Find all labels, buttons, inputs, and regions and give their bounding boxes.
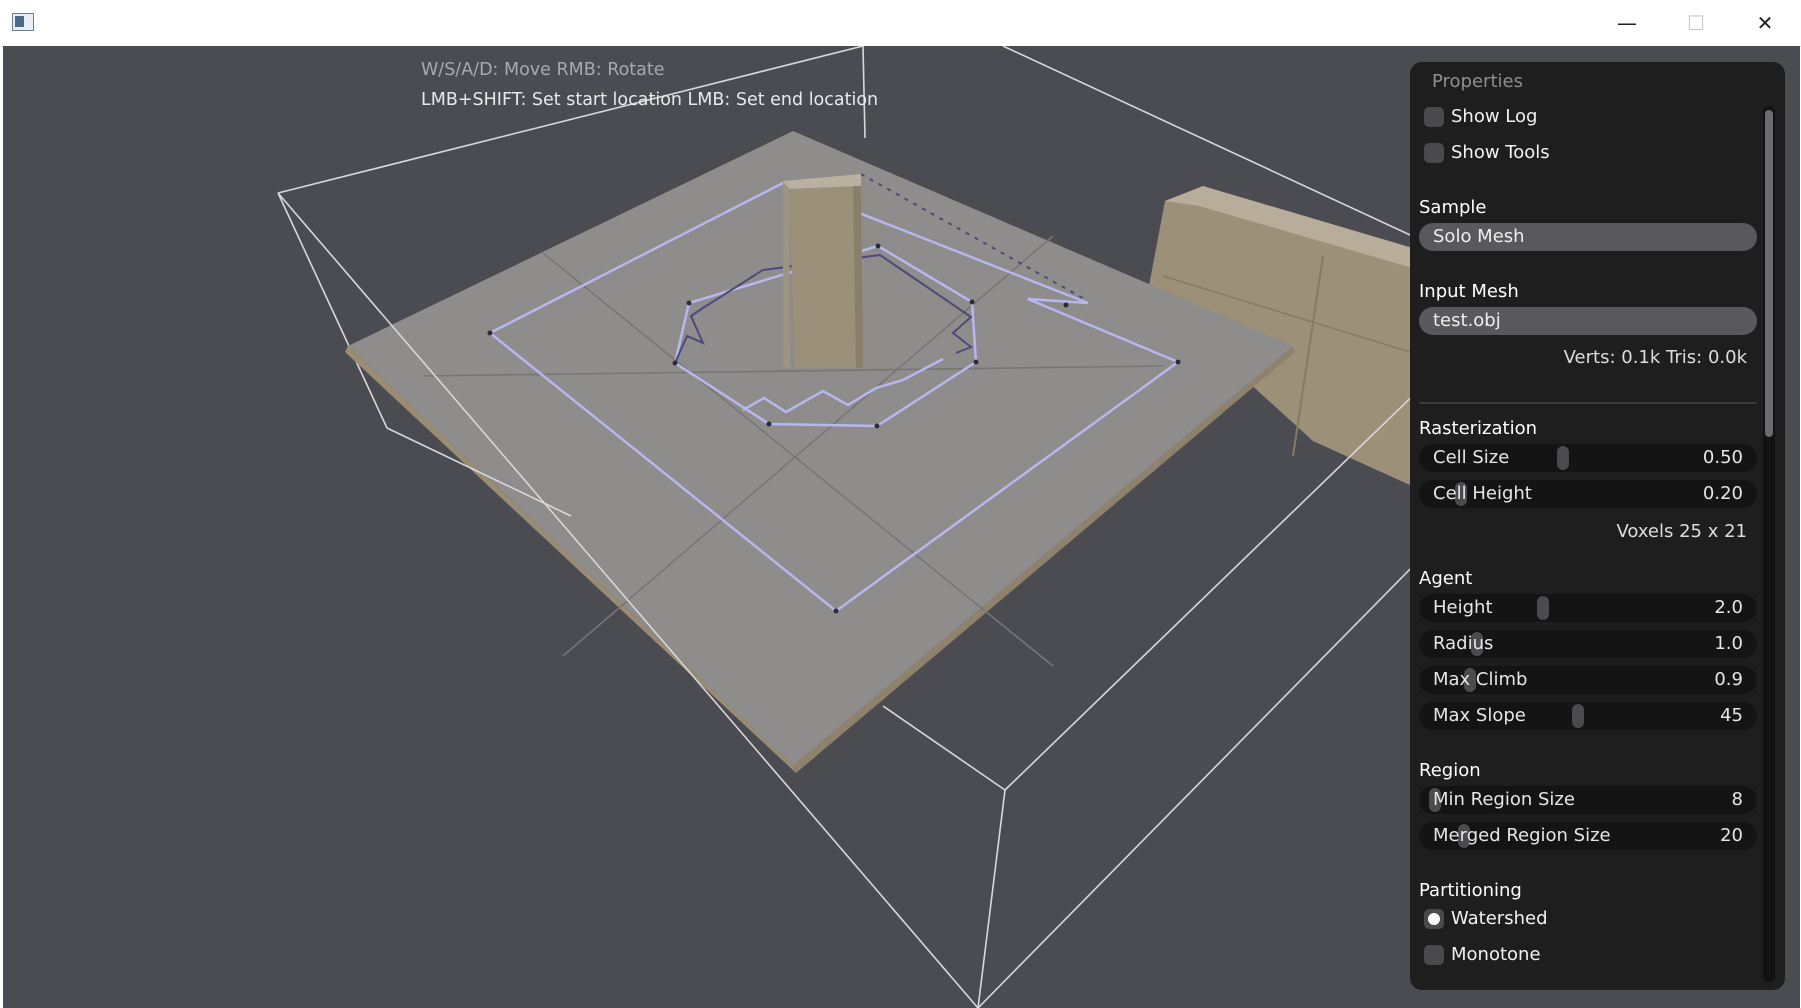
radio-selected[interactable] xyxy=(1424,908,1444,929)
input-mesh-value: test.obj xyxy=(1433,310,1501,331)
slider-label: Radius xyxy=(1433,633,1494,654)
sample-value: Solo Mesh xyxy=(1433,226,1525,247)
slider-value: 45 xyxy=(1720,705,1743,726)
max-climb-slider[interactable]: Max Climb 0.9 xyxy=(1419,666,1757,694)
show-log-checkbox[interactable]: Show Log xyxy=(1424,106,1537,127)
scroll-thumb[interactable] xyxy=(1765,110,1773,437)
checkbox-box[interactable] xyxy=(1424,106,1444,127)
watershed-radio[interactable]: Watershed xyxy=(1424,908,1548,929)
app-icon xyxy=(12,13,34,31)
slider-thumb[interactable] xyxy=(1556,446,1569,470)
pillar xyxy=(783,174,863,368)
minimize-button[interactable]: — xyxy=(1592,0,1662,46)
slider-label: Cell Height xyxy=(1433,483,1532,504)
show-tools-checkbox[interactable]: Show Tools xyxy=(1424,142,1550,163)
title-bar: — ☐ ✕ xyxy=(0,0,1801,47)
sample-dropdown[interactable]: Solo Mesh xyxy=(1419,223,1757,251)
slider-label: Merged Region Size xyxy=(1433,825,1611,846)
slider-value: 8 xyxy=(1731,789,1743,810)
show-tools-label: Show Tools xyxy=(1451,142,1550,163)
cell-size-slider[interactable]: Cell Size 0.50 xyxy=(1419,444,1757,472)
radio-unselected[interactable] xyxy=(1424,944,1444,965)
agent-heading: Agent xyxy=(1419,568,1473,589)
input-mesh-heading: Input Mesh xyxy=(1419,281,1519,302)
controls-hint: W/S/A/D: Move RMB: Rotate xyxy=(421,60,665,80)
monotone-radio[interactable]: Monotone xyxy=(1424,944,1541,965)
maximize-button[interactable]: ☐ xyxy=(1661,0,1731,46)
slider-label: Max Slope xyxy=(1433,705,1526,726)
close-button[interactable]: ✕ xyxy=(1730,0,1800,46)
divider xyxy=(1419,402,1757,404)
slider-thumb[interactable] xyxy=(1537,596,1550,620)
slider-label: Max Climb xyxy=(1433,669,1528,690)
watershed-label: Watershed xyxy=(1451,908,1548,929)
slider-label: Height xyxy=(1433,597,1493,618)
max-slope-slider[interactable]: Max Slope 45 xyxy=(1419,702,1757,730)
partitioning-heading: Partitioning xyxy=(1419,880,1522,901)
properties-panel: Properties Show Log Show Tools Sample So… xyxy=(1410,62,1785,990)
slider-value: 20 xyxy=(1720,825,1743,846)
slider-value: 0.20 xyxy=(1702,483,1743,504)
slider-value: 1.0 xyxy=(1714,633,1743,654)
rasterization-heading: Rasterization xyxy=(1419,418,1538,439)
checkbox-box[interactable] xyxy=(1424,142,1444,163)
monotone-label: Monotone xyxy=(1451,944,1541,965)
slider-thumb[interactable] xyxy=(1572,704,1585,728)
agent-radius-slider[interactable]: Radius 1.0 xyxy=(1419,630,1757,658)
location-hint: LMB+SHIFT: Set start location LMB: Set e… xyxy=(421,90,879,110)
voxels-info: Voxels 25 x 21 xyxy=(1616,521,1747,542)
mesh-stats: Verts: 0.1k Tris: 0.0k xyxy=(1563,347,1747,368)
merged-region-size-slider[interactable]: Merged Region Size 20 xyxy=(1419,822,1757,850)
slider-value: 0.9 xyxy=(1714,669,1743,690)
region-heading: Region xyxy=(1419,760,1481,781)
slider-value: 2.0 xyxy=(1714,597,1743,618)
input-mesh-dropdown[interactable]: test.obj xyxy=(1419,307,1757,335)
show-log-label: Show Log xyxy=(1451,106,1538,127)
slider-label: Min Region Size xyxy=(1433,789,1575,810)
min-region-size-slider[interactable]: Min Region Size 8 xyxy=(1419,786,1757,814)
panel-scrollbar[interactable] xyxy=(1763,106,1775,982)
cell-height-slider[interactable]: Cell Height 0.20 xyxy=(1419,480,1757,508)
slider-label: Cell Size xyxy=(1433,447,1510,468)
sample-heading: Sample xyxy=(1419,197,1487,218)
panel-title: Properties xyxy=(1432,71,1523,92)
agent-height-slider[interactable]: Height 2.0 xyxy=(1419,594,1757,622)
slider-value: 0.50 xyxy=(1702,447,1743,468)
